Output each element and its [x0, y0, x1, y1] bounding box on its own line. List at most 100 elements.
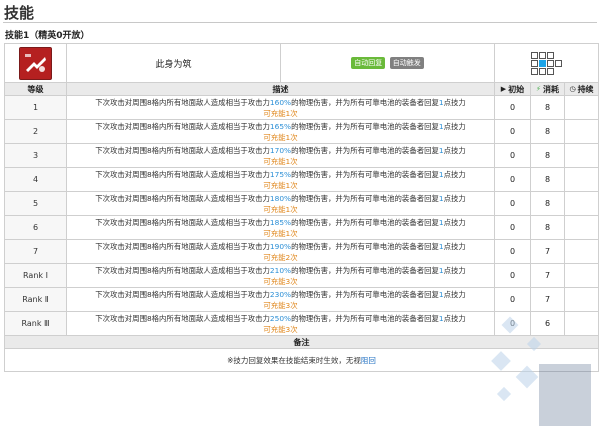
clock-icon: ◷: [569, 85, 576, 93]
description-cell: 下次攻击对周围8格内所有地面敌人造成相当于攻击力250%的物理伤害，并为所有可靠…: [66, 311, 495, 336]
table-row: 4 下次攻击对周围8格内所有地面敌人造成相当于攻击力175%的物理伤害，并为所有可…: [4, 167, 600, 192]
description-text: 下次攻击对周围8格内所有地面敌人造成相当于攻击力: [95, 217, 270, 227]
description-text: 下次攻击对周围8格内所有地面敌人造成相当于攻击力: [95, 97, 270, 107]
charge-prefix: 可充能: [263, 180, 286, 190]
duration-cell: [563, 119, 600, 144]
description-text: 点技力: [443, 241, 466, 251]
description-line: 下次攻击对周围8格内所有地面敌人造成相当于攻击力170%的物理伤害，并为所有可靠…: [67, 145, 494, 156]
description-line: 下次攻击对周围8格内所有地面敌人造成相当于攻击力160%的物理伤害，并为所有可靠…: [67, 97, 494, 108]
level-cell: Rank Ⅰ: [4, 263, 67, 288]
level-cell: 4: [4, 167, 67, 192]
initial-sp-cell: 0: [494, 167, 531, 192]
description-cell: 下次攻击对周围8格内所有地面敌人造成相当于攻击力175%的物理伤害，并为所有可靠…: [66, 167, 495, 192]
initial-sp-cell: 0: [494, 143, 531, 168]
sp-cost-cell: 7: [530, 287, 565, 312]
duration-cell: [563, 239, 600, 264]
description-text: 点技力: [443, 169, 466, 179]
duration-cell: [563, 167, 600, 192]
description-text: 下次攻击对周围8格内所有地面敌人造成相当于攻击力: [95, 145, 270, 155]
damage-percent: 185%: [269, 217, 292, 227]
notes-header-row: 备注: [3, 335, 600, 349]
charge-line: 可充能2次: [67, 252, 494, 263]
skill-info-row: 此身为筑 自动回复 自动触发: [4, 43, 600, 83]
page-title: 技能: [4, 4, 35, 22]
description-text: 的物理伤害，并为所有可靠电池的装备者回复: [291, 241, 439, 251]
sp-cost-cell: 7: [530, 239, 565, 264]
table-row: 2 下次攻击对周围8格内所有地面敌人造成相当于攻击力165%的物理伤害，并为所有可…: [4, 119, 600, 144]
charge-line: 可充能3次: [67, 300, 494, 311]
description-text: 点技力: [443, 145, 466, 155]
range-cell-empty: [555, 68, 562, 75]
charge-suffix: 次: [290, 276, 298, 286]
description-line: 下次攻击对周围8格内所有地面敌人造成相当于攻击力175%的物理伤害，并为所有可靠…: [67, 169, 494, 180]
cost-header-label: 消耗: [542, 84, 559, 94]
range-cell: [555, 59, 563, 67]
charge-suffix: 次: [290, 324, 298, 334]
table-row: 6 下次攻击对周围8格内所有地面敌人造成相当于攻击力185%的物理伤害，并为所有可…: [4, 215, 600, 240]
description-text: 下次攻击对周围8格内所有地面敌人造成相当于攻击力: [95, 121, 270, 131]
attack-range-grid: [531, 51, 563, 75]
description-cell: 下次攻击对周围8格内所有地面敌人造成相当于攻击力160%的物理伤害，并为所有可靠…: [66, 95, 495, 120]
description-text: 的物理伤害，并为所有可靠电池的装备者回复: [291, 169, 439, 179]
notes-header: 备注: [3, 335, 600, 349]
skill-badges: 自动回复 自动触发: [280, 43, 495, 83]
description-cell: 下次攻击对周围8格内所有地面敌人造成相当于攻击力190%的物理伤害，并为所有可靠…: [66, 239, 495, 264]
title-divider: [3, 22, 597, 23]
charge-prefix: 可充能: [263, 252, 286, 262]
charge-prefix: 可充能: [263, 204, 286, 214]
range-cell: [547, 51, 555, 59]
sp-cost-cell: 8: [530, 215, 565, 240]
description-text: 点技力: [443, 265, 466, 275]
auto-recovery-badge: 自动回复: [351, 57, 386, 69]
skill-icon: [19, 46, 52, 80]
notes-text: ※技力回复效果在技能结束时生效，无视: [227, 355, 361, 365]
charge-line: 可充能1次: [67, 156, 494, 167]
description-text: 下次攻击对周围8格内所有地面敌人造成相当于攻击力: [95, 169, 270, 179]
skill-name: 此身为筑: [66, 43, 281, 83]
charge-prefix: 可充能: [263, 108, 286, 118]
description-text: 下次攻击对周围8格内所有地面敌人造成相当于攻击力: [95, 289, 270, 299]
table-row: Rank Ⅲ 下次攻击对周围8格内所有地面敌人造成相当于攻击力250%的物理伤害，…: [4, 311, 600, 336]
damage-percent: 165%: [269, 121, 292, 131]
charge-line: 可充能1次: [67, 228, 494, 239]
sp-cost-cell: 8: [530, 95, 565, 120]
initial-sp-cell: 0: [494, 95, 531, 120]
duration-header-label: 持续: [577, 84, 594, 94]
description-line: 下次攻击对周围8格内所有地面敌人造成相当于攻击力180%的物理伤害，并为所有可靠…: [67, 193, 494, 204]
play-icon: ▶: [500, 85, 507, 93]
description-line: 下次攻击对周围8格内所有地面敌人造成相当于攻击力185%的物理伤害，并为所有可靠…: [67, 217, 494, 228]
table-row: 7 下次攻击对周围8格内所有地面敌人造成相当于攻击力190%的物理伤害，并为所有可…: [4, 239, 600, 264]
duration-cell: [563, 95, 600, 120]
duration-cell: [563, 287, 600, 312]
range-cell: [547, 59, 555, 67]
description-text: 下次攻击对周围8格内所有地面敌人造成相当于攻击力: [95, 241, 270, 251]
description-text: 的物理伤害，并为所有可靠电池的装备者回复: [291, 289, 439, 299]
description-text: 点技力: [443, 193, 466, 203]
description-cell: 下次攻击对周围8格内所有地面敌人造成相当于攻击力185%的物理伤害，并为所有可靠…: [66, 215, 495, 240]
charge-prefix: 可充能: [263, 156, 286, 166]
initial-sp-cell: 0: [494, 311, 531, 336]
description-text: 下次攻击对周围8格内所有地面敌人造成相当于攻击力: [95, 313, 270, 323]
description-cell: 下次攻击对周围8格内所有地面敌人造成相当于攻击力170%的物理伤害，并为所有可靠…: [66, 143, 495, 168]
initial-header-label: 初始: [508, 84, 525, 94]
description-text: 点技力: [443, 97, 466, 107]
description-line: 下次攻击对周围8格内所有地面敌人造成相当于攻击力165%的物理伤害，并为所有可靠…: [67, 121, 494, 132]
description-line: 下次攻击对周围8格内所有地面敌人造成相当于攻击力230%的物理伤害，并为所有可靠…: [67, 289, 494, 300]
description-text: 的物理伤害，并为所有可靠电池的装备者回复: [291, 145, 439, 155]
duration-cell: [563, 191, 600, 216]
damage-percent: 160%: [269, 97, 292, 107]
description-text: 点技力: [443, 313, 466, 323]
description-cell: 下次攻击对周围8格内所有地面敌人造成相当于攻击力230%的物理伤害，并为所有可靠…: [66, 287, 495, 312]
description-cell: 下次攻击对周围8格内所有地面敌人造成相当于攻击力180%的物理伤害，并为所有可靠…: [66, 191, 495, 216]
skill-icon-cell: [4, 43, 67, 83]
damage-percent: 250%: [269, 313, 292, 323]
charge-line: 可充能3次: [67, 276, 494, 287]
notes-link[interactable]: 阻回: [361, 356, 376, 365]
damage-percent: 190%: [269, 241, 292, 251]
range-cell: [531, 51, 539, 59]
description-text: 点技力: [443, 121, 466, 131]
table-row: 3 下次攻击对周围8格内所有地面敌人造成相当于攻击力170%的物理伤害，并为所有可…: [4, 143, 600, 168]
description-text: 的物理伤害，并为所有可靠电池的装备者回复: [291, 265, 439, 275]
duration-cell: [563, 263, 600, 288]
level-header: 等级: [4, 82, 67, 96]
